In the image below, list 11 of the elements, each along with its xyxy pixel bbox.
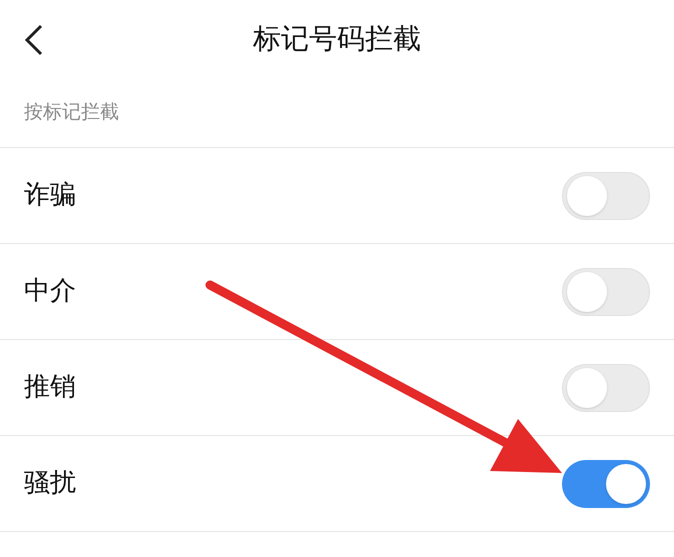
page-title: 标记号码拦截 bbox=[253, 21, 421, 57]
back-icon[interactable] bbox=[24, 24, 44, 56]
setting-label: 骚扰 bbox=[24, 467, 76, 500]
toggle-switch[interactable] bbox=[562, 460, 650, 508]
setting-label: 诈骗 bbox=[24, 179, 76, 212]
setting-label: 推销 bbox=[24, 371, 76, 404]
toggle-switch[interactable] bbox=[562, 268, 650, 316]
toggle-switch[interactable] bbox=[562, 364, 650, 412]
section-header: 按标记拦截 bbox=[24, 100, 119, 126]
toggle-switch[interactable] bbox=[562, 172, 650, 220]
setting-label: 中介 bbox=[24, 275, 76, 308]
